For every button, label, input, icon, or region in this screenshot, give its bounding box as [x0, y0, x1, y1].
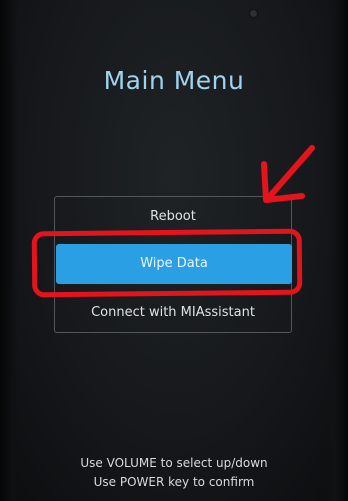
hand-drawn-arrow-icon	[261, 145, 315, 203]
connect-miassistant-menu-item[interactable]: Connect with MIAssistant	[55, 305, 291, 320]
recovery-screen: Main Menu Reboot Wipe Data Connect with …	[0, 0, 348, 501]
volume-hint: Use VOLUME to select up/down	[80, 456, 268, 470]
front-camera	[250, 10, 257, 17]
page-title: Main Menu	[103, 66, 245, 95]
power-hint: Use POWER key to confirm	[93, 475, 255, 489]
red-highlight-annotation	[31, 228, 303, 298]
